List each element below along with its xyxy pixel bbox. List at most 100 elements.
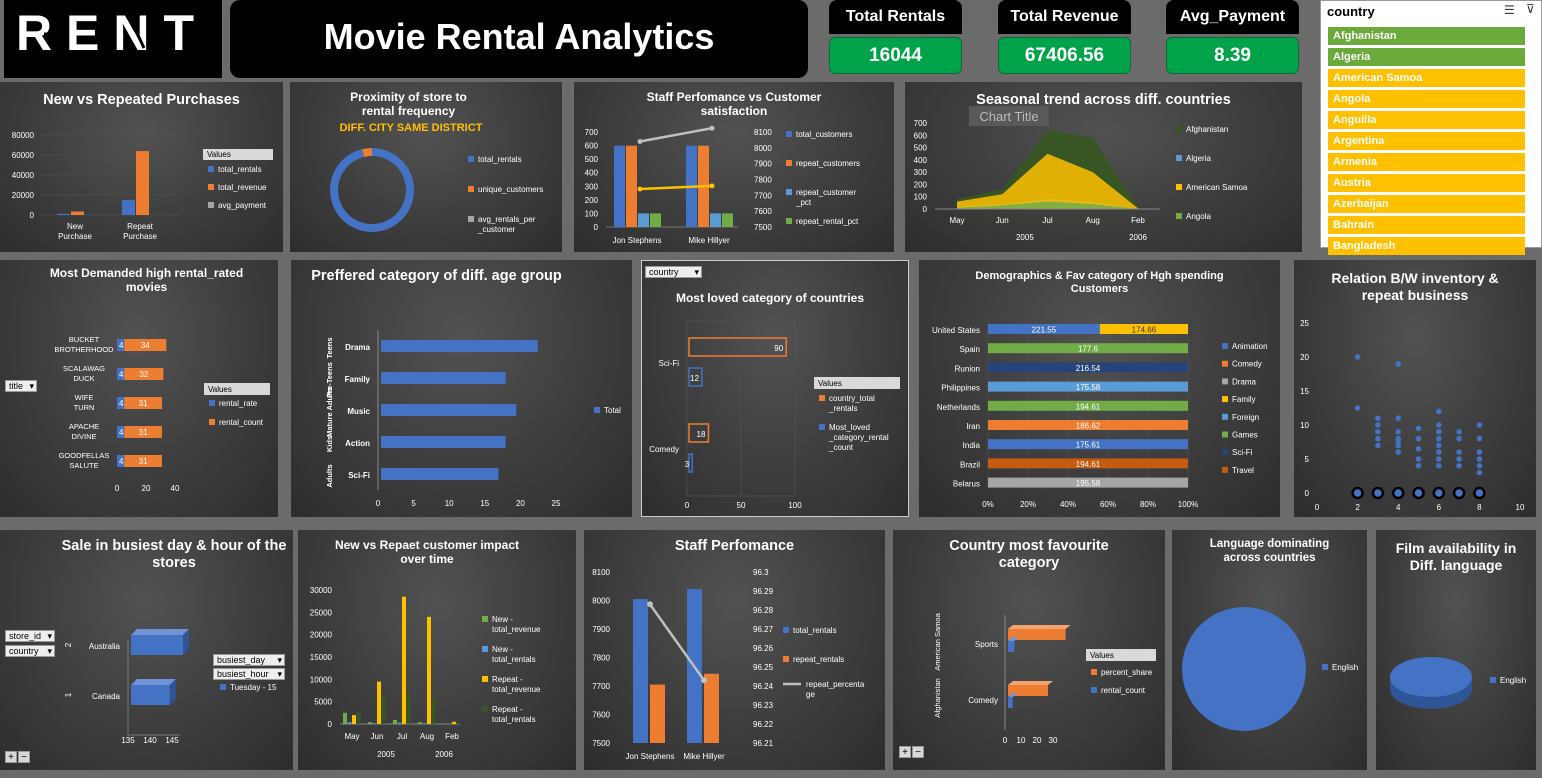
group-label: 2 bbox=[64, 642, 73, 647]
multi-select-icon[interactable]: ☰ bbox=[1504, 3, 1515, 17]
tick-label: 10 bbox=[1516, 503, 1525, 512]
bar-top bbox=[131, 629, 189, 635]
expand-button[interactable]: + bbox=[5, 751, 17, 763]
data-point bbox=[1436, 463, 1442, 469]
logo-art: RENT bbox=[10, 4, 216, 64]
tick-label: 20000 bbox=[12, 191, 35, 200]
data-point bbox=[1436, 442, 1442, 449]
chart-title-placeholder-text: Chart Title bbox=[979, 109, 1038, 124]
slicer-item[interactable]: Angola bbox=[1328, 90, 1525, 108]
tick-label: 60000 bbox=[12, 151, 35, 160]
legend-label: Sci-Fi bbox=[1232, 448, 1253, 457]
legend-label: Comedy bbox=[1232, 360, 1262, 369]
slicer-item[interactable]: Bahrain bbox=[1328, 216, 1525, 234]
tick-label: 200 bbox=[914, 180, 928, 189]
data-point bbox=[1415, 463, 1422, 469]
category-label: SALUTE bbox=[69, 461, 98, 470]
collapse-button[interactable]: − bbox=[18, 751, 30, 763]
category-label: WIFE bbox=[75, 393, 94, 402]
tick-label: 600 bbox=[914, 131, 928, 140]
data-point bbox=[1456, 435, 1462, 442]
slicer-item[interactable]: Argentina bbox=[1328, 132, 1525, 150]
tick-label: 0 bbox=[115, 484, 120, 493]
legend-swatch bbox=[1176, 213, 1182, 219]
legend-swatch bbox=[1222, 378, 1228, 385]
filter-busiest-hour-dropdown[interactable]: busiest_hour bbox=[213, 668, 285, 680]
group-label: 2005 bbox=[377, 750, 395, 759]
group-label: 1 bbox=[64, 692, 73, 697]
legend-label: Tuesday - 15 bbox=[230, 683, 277, 692]
bar bbox=[418, 722, 422, 724]
category-label: BUCKET bbox=[69, 335, 100, 344]
pie-slice bbox=[1390, 657, 1472, 697]
panel-staff-vs-satisfaction: Staff Perfomance vs Customer satisfactio… bbox=[574, 82, 894, 252]
tick-label: 80% bbox=[1140, 500, 1156, 509]
slicer-item[interactable]: Anguilla bbox=[1328, 111, 1525, 129]
bar bbox=[57, 213, 70, 215]
tick-label: 100% bbox=[1178, 500, 1198, 509]
legend-label: rental_count bbox=[1101, 686, 1146, 695]
data-point bbox=[1371, 486, 1385, 500]
tick-label: 600 bbox=[585, 142, 599, 151]
tick-label: 0 bbox=[1305, 489, 1310, 498]
data-point bbox=[1476, 469, 1483, 476]
data-label: 31 bbox=[139, 399, 148, 408]
tick-label: 10000 bbox=[310, 675, 333, 684]
category-label: Iran bbox=[966, 422, 980, 431]
slicer-item[interactable]: Armenia bbox=[1328, 153, 1525, 171]
data-point bbox=[1436, 435, 1442, 442]
legend-swatch bbox=[482, 646, 488, 652]
legend-swatch bbox=[1091, 669, 1097, 675]
collapse-button[interactable]: − bbox=[912, 746, 924, 758]
data-label: 18 bbox=[697, 430, 706, 439]
filter-country-dropdown[interactable]: country bbox=[645, 266, 702, 278]
category-label: Philippines bbox=[941, 384, 980, 393]
tick-label: 20 bbox=[1033, 736, 1042, 745]
clear-filter-icon[interactable]: ⊽ bbox=[1526, 2, 1535, 16]
data-point bbox=[1351, 486, 1364, 500]
slicer-item[interactable]: American Samoa bbox=[1328, 69, 1525, 87]
expand-button[interactable]: + bbox=[899, 746, 911, 758]
tick-label: 7900 bbox=[754, 160, 772, 169]
tick-label: 30000 bbox=[310, 586, 333, 595]
tick-label: 500 bbox=[585, 155, 599, 164]
bar bbox=[422, 723, 427, 724]
tick-label: 20 bbox=[516, 499, 525, 508]
slicer-item[interactable]: Azerbaijan bbox=[1328, 195, 1525, 213]
data-point bbox=[1415, 435, 1422, 442]
data-label: 31 bbox=[139, 428, 148, 437]
legend-label: Family bbox=[1232, 395, 1256, 404]
panel-seasonal: Seasonal trend across diff. countries 0 1… bbox=[905, 82, 1302, 252]
data-label: 3 bbox=[685, 460, 690, 469]
category-label: Belarus bbox=[953, 480, 980, 489]
bar bbox=[381, 436, 506, 448]
bar bbox=[722, 213, 733, 227]
tick-label: 7900 bbox=[592, 625, 610, 634]
legend-swatch bbox=[1222, 431, 1228, 438]
data-label: 34 bbox=[141, 341, 150, 350]
bar-top bbox=[131, 679, 176, 685]
slicer-item[interactable]: Algeria bbox=[1328, 48, 1525, 66]
filter-busiest-day-dropdown[interactable]: busiest_day bbox=[213, 654, 285, 666]
filter-country2-dropdown[interactable]: country bbox=[5, 645, 55, 657]
country-slicer[interactable]: country ☰ ⊽ Afghanistan Algeria American S… bbox=[1320, 0, 1542, 255]
panel-most-loved: Most loved category of countries 0 50 100 S… bbox=[641, 260, 909, 517]
filter-store-id-dropdown[interactable]: store_id bbox=[5, 630, 55, 642]
filter-title-dropdown[interactable]: title bbox=[5, 380, 37, 392]
category-label: Action bbox=[345, 439, 370, 448]
data-point bbox=[1436, 422, 1442, 428]
chart-title: Staff Perfomance bbox=[674, 538, 795, 554]
tick-label: 20 bbox=[1300, 353, 1309, 362]
bar bbox=[381, 404, 517, 416]
tick-label: 5000 bbox=[314, 698, 332, 707]
slicer-item[interactable]: Austria bbox=[1328, 174, 1525, 192]
tick-label: 2 bbox=[1355, 503, 1360, 512]
category-label: Brazil bbox=[960, 460, 980, 469]
slicer-item[interactable]: Afghanistan bbox=[1328, 27, 1525, 45]
legend-title: Values bbox=[818, 379, 842, 388]
tick-label: 0 bbox=[923, 205, 928, 214]
slicer-item[interactable]: Bangladesh bbox=[1328, 237, 1525, 255]
data-point bbox=[1375, 422, 1381, 428]
tick-label: 300 bbox=[585, 182, 599, 191]
group-label: Teens bbox=[325, 337, 334, 358]
